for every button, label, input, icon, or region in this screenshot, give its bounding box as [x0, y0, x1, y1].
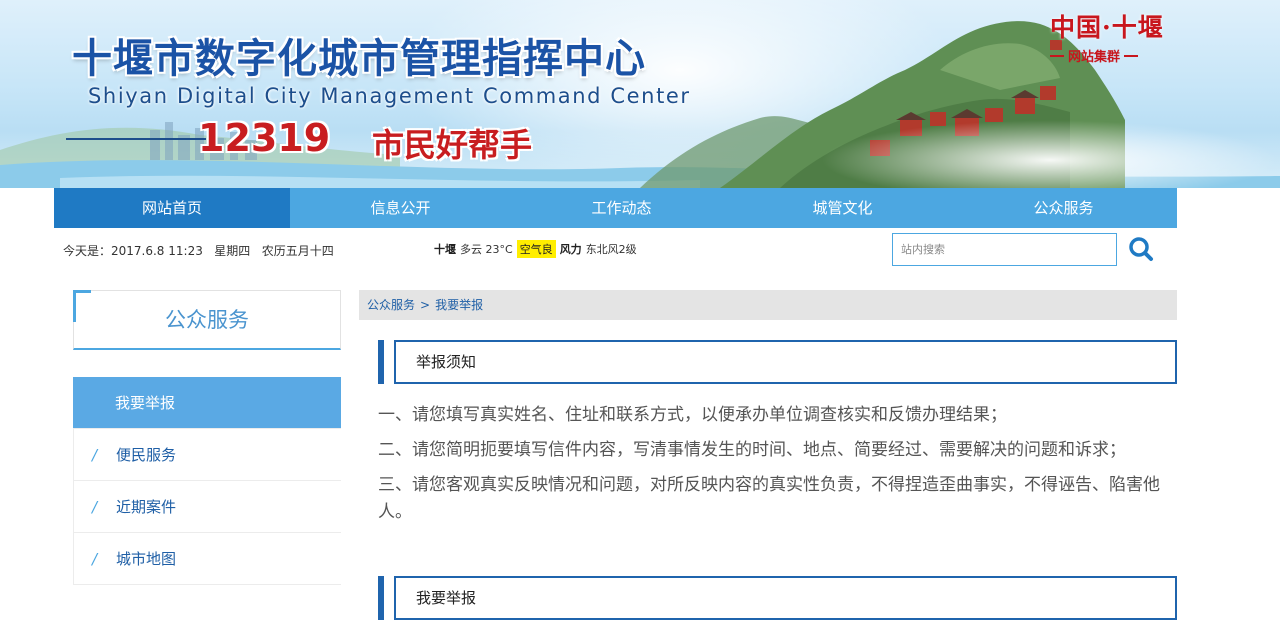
nav-item-home[interactable]: 网站首页: [54, 188, 290, 228]
sidebar-item-recent-cases[interactable]: / 近期案件: [73, 481, 341, 533]
slash-icon: /: [92, 550, 98, 568]
breadcrumb-link-report[interactable]: 我要举报: [435, 290, 483, 320]
report-title: 我要举报: [416, 589, 477, 607]
sidebar-title: 公众服务: [165, 308, 249, 332]
wind-desc: 东北风2级: [585, 243, 637, 256]
brand-line-right: [1124, 54, 1139, 57]
date-text: 今天是：2017.6.8 11:23 星期四 农历五月十四: [63, 244, 334, 258]
sidebar-header: 公众服务: [73, 290, 341, 350]
hotline-slogan: 市民好帮手: [372, 126, 533, 164]
hotline-divider: [66, 138, 206, 140]
sidebar-item-label: 便民服务: [116, 446, 177, 464]
notice-item: 二、请您简明扼要填写信件内容，写清事情发生的时间、地点、简要经过、需要解决的问题…: [378, 440, 1126, 460]
notice-list: 一、请您填写真实姓名、住址和联系方式，以便承办单位调查核实和反馈办理结果； 二、…: [378, 402, 1178, 534]
sidebar-item-label: 我要举报: [115, 394, 176, 412]
notice-item: 三、请您客观真实反映情况和问题，对所反映内容的真实性负责，不得捏造歪曲事实，不得…: [378, 475, 1160, 522]
site-search-input[interactable]: [892, 233, 1117, 266]
nav-item-info-disclosure[interactable]: 信息公开: [290, 188, 511, 228]
search-button[interactable]: [1124, 234, 1160, 266]
site-title: 十堰市数字化城市管理指挥中心: [72, 36, 646, 82]
sidebar: 公众服务 我要举报 / 便民服务 / 近期案件 / 城市地图: [73, 290, 341, 630]
weather-desc: 多云 23°C: [460, 243, 513, 256]
aqi-badge: 空气良: [516, 240, 556, 258]
sidebar-item-label: 近期案件: [116, 498, 177, 516]
header-banner: 十堰市数字化城市管理指挥中心 Shiyan Digital City Manag…: [0, 0, 1280, 188]
sidebar-item-report[interactable]: 我要举报: [73, 377, 341, 429]
nav-item-work-news[interactable]: 工作动态: [511, 188, 732, 228]
sidebar-item-convenience[interactable]: / 便民服务: [73, 429, 341, 481]
mist-glow: [820, 120, 1280, 188]
sidebar-menu: 我要举报 / 便民服务 / 近期案件 / 城市地图: [73, 377, 341, 585]
hotline-number: 12319: [198, 116, 331, 160]
section-title-box: 我要举报: [394, 576, 1177, 620]
slash-icon: /: [92, 498, 98, 516]
sidebar-item-label: 城市地图: [116, 550, 177, 568]
brand-logo[interactable]: 中国·十堰 网站集群: [1050, 8, 1190, 65]
brand-logo-sub: 网站集群: [1050, 46, 1190, 65]
nav-item-culture[interactable]: 城管文化: [732, 188, 953, 228]
sidebar-item-city-map[interactable]: / 城市地图: [73, 533, 341, 585]
sidebar-header-corner: [73, 290, 91, 322]
wind-label: 风力: [559, 243, 582, 256]
search-icon: [1129, 237, 1153, 261]
section-accent-bar: [378, 576, 384, 620]
nav-item-public-service[interactable]: 公众服务: [953, 188, 1174, 228]
section-title-box: 举报须知: [394, 340, 1177, 384]
breadcrumb: 公众服务 > 我要举报: [359, 290, 1177, 320]
brand-line-left: [1050, 54, 1064, 57]
slash-icon: /: [92, 446, 98, 464]
site-subtitle: Shiyan Digital City Management Command C…: [88, 84, 691, 108]
notice-section-header: 举报须知: [378, 340, 1177, 384]
weather-city: 十堰: [434, 243, 456, 256]
notice-item: 一、请您填写真实姓名、住址和联系方式，以便承办单位调查核实和反馈办理结果；: [378, 405, 1007, 425]
brand-logo-main: 中国·十堰: [1050, 13, 1164, 42]
report-section-header: 我要举报: [378, 576, 1177, 620]
breadcrumb-link-public-service[interactable]: 公众服务: [367, 290, 415, 320]
main-nav: 网站首页 信息公开 工作动态 城管文化 公众服务: [54, 188, 1177, 228]
notice-title: 举报须知: [416, 353, 477, 371]
info-bar: 今天是：2017.6.8 11:23 星期四 农历五月十四 十堰 多云 23°C…: [0, 228, 1280, 268]
section-accent-bar: [378, 340, 384, 384]
brand-logo-sub-text: 网站集群: [1068, 50, 1121, 65]
weather-widget: 十堰 多云 23°C 空气良 风力 东北风2级: [434, 240, 637, 258]
breadcrumb-separator: >: [420, 298, 431, 312]
